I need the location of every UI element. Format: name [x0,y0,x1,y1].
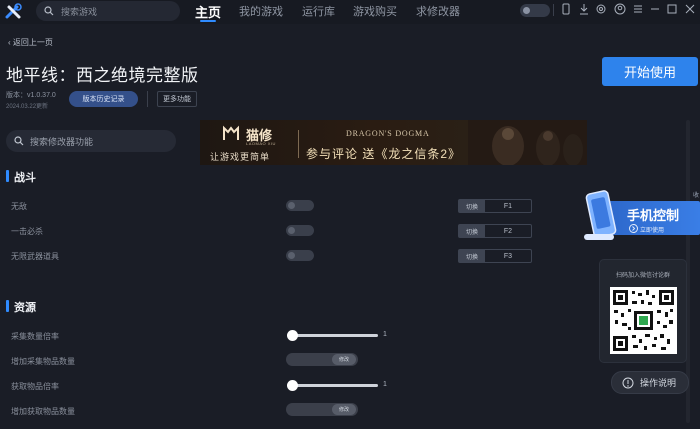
banner-divider [298,130,299,158]
modify-button[interactable]: 修改 [332,354,356,365]
mobile-promo-cta[interactable]: 立即使用 [640,225,664,234]
tab-game-store[interactable]: 游戏购买 [353,3,397,19]
qr-title: 扫码加入微信讨论群 [615,273,670,279]
wechat-qr-panel: 扫码加入微信讨论群 [599,259,687,363]
hotkey-key: F1 [503,202,513,210]
modify-input-obtain-items[interactable]: 修改 [286,403,358,416]
hotkey-action: 切换 [459,225,485,237]
version-history-button[interactable]: 版本历史记录 [69,91,138,107]
close-icon[interactable] [684,3,696,15]
download-icon[interactable] [578,3,590,15]
operation-guide-button[interactable]: 操作说明 [611,371,689,394]
modify-button[interactable]: 修改 [332,404,356,415]
banner-slogan: 让游戏更简单 [210,152,271,162]
mod-search-input[interactable]: 搜索修改器功能 [6,130,176,152]
top-bar: 搜索游戏 主页 我的游戏 运行库 游戏购买 求修改器 [0,0,700,24]
mod-label-gather-multiplier: 采集数量倍率 [11,332,59,341]
hotkey-invincible[interactable]: 切换 F1 [458,199,532,213]
banner-game-title: DRAGON'S DOGMA [346,129,430,138]
banner-artwork-image [468,120,587,165]
search-icon [14,136,24,146]
page-title: 地平线：西之绝境完整版 [6,66,199,85]
slider-value: 1 [383,331,387,338]
back-link-label: 返回上一页 [12,38,53,47]
mod-label-infinite-items: 无限武器道具 [11,252,59,261]
mod-label-obtain-multiplier: 获取物品倍率 [11,382,59,391]
mod-search-placeholder: 搜索修改器功能 [30,136,94,147]
phone-icon[interactable] [560,3,572,15]
slider-knob[interactable] [287,380,298,391]
modify-input-gather-items[interactable]: 修改 [286,353,358,366]
mode-toggle[interactable] [520,4,550,17]
version-text: 版本：v1.0.37.0 [6,92,56,99]
mod-label-add-gather-items: 增加采集物品数量 [11,357,75,366]
user-icon[interactable] [614,3,626,15]
section-title-combat: 战斗 [14,172,36,184]
gear-icon[interactable] [595,3,607,15]
game-search-input[interactable]: 搜索游戏 [36,1,180,21]
start-button[interactable]: 开始使用 [602,57,698,86]
hotkey-infinite-items[interactable]: 切换 F3 [458,249,532,263]
minimize-icon[interactable] [649,3,661,15]
hotkey-action: 切换 [459,200,485,212]
qr-code-image [610,287,677,354]
hotkey-action: 切换 [459,250,485,262]
operation-guide-label: 操作说明 [640,378,677,388]
more-features-button[interactable]: 更多功能 [157,91,197,107]
promo-banner[interactable]: 猫修 LAOMAO XIU 让游戏更简单 DRAGON'S DOGMA 参与评论… [200,120,587,165]
hotkey-key: F2 [503,227,513,235]
mobile-promo-collapse[interactable]: 收 [693,190,699,199]
tray-divider [553,4,554,16]
tab-home[interactable]: 主页 [195,2,221,21]
mobile-promo-title: 手机控制 [627,208,680,223]
tab-request-trainer[interactable]: 求修改器 [416,3,460,19]
toggle-invincible[interactable] [286,200,314,211]
toggle-infinite-items[interactable] [286,250,314,261]
maximize-icon[interactable] [666,3,678,15]
active-tab-indicator [200,20,216,22]
banner-brand-sub: LAOMAO XIU [246,141,276,146]
mod-label-invincible: 无敌 [11,202,27,211]
toggle-one-hit-kill[interactable] [286,225,314,236]
search-placeholder: 搜索游戏 [61,6,98,17]
header-divider [147,91,148,107]
slider-knob[interactable] [287,330,298,341]
info-icon [622,377,634,388]
cat-logo-icon [223,125,239,140]
section-title-resources: 资源 [14,302,36,314]
hotkey-one-hit-kill[interactable]: 切换 F2 [458,224,532,238]
phone-illustration-icon [584,190,617,240]
app-logo-icon[interactable] [5,3,23,21]
hotkey-key: F3 [503,252,513,260]
slider-obtain-multiplier[interactable] [287,380,378,391]
tab-my-games[interactable]: 我的游戏 [239,3,283,19]
menu-icon[interactable] [632,3,644,15]
mod-label-one-hit-kill: 一击必杀 [11,227,43,236]
mobile-control-promo[interactable]: 手机控制 立即使用 收 [582,190,700,246]
mod-label-add-obtain-items: 增加获取物品数量 [11,407,75,416]
section-marker [6,300,9,312]
search-icon [44,6,54,16]
arrow-right-icon [629,224,638,233]
tab-runtime-library[interactable]: 运行库 [302,3,335,19]
slider-gather-multiplier[interactable] [287,330,378,341]
back-link[interactable]: ‹ 返回上一页 [8,37,53,48]
update-date: 2024.03.22更新 [6,104,49,110]
banner-promo-text: 参与评论 送《龙之信条2》 [306,147,462,161]
slider-value: 1 [383,381,387,388]
section-marker [6,170,9,182]
